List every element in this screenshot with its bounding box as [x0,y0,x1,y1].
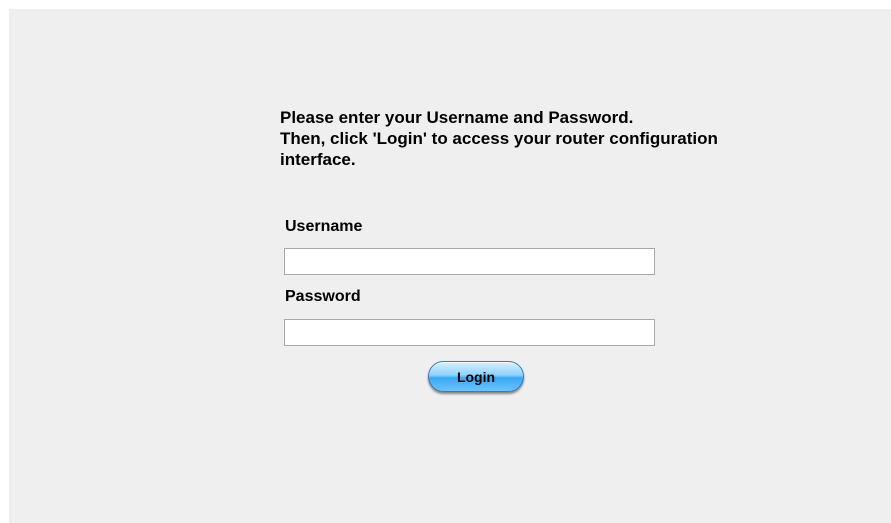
login-button[interactable]: Login [428,361,524,392]
login-instructions: Please enter your Username and Password.… [280,107,840,170]
instructions-line-1: Please enter your Username and Password. [280,108,634,127]
password-input[interactable] [284,319,655,346]
password-label: Password [285,288,361,305]
username-label: Username [285,218,363,235]
instructions-line-3: interface. [280,150,356,169]
username-input[interactable] [284,248,655,275]
instructions-line-2: Then, click 'Login' to access your route… [280,129,718,148]
